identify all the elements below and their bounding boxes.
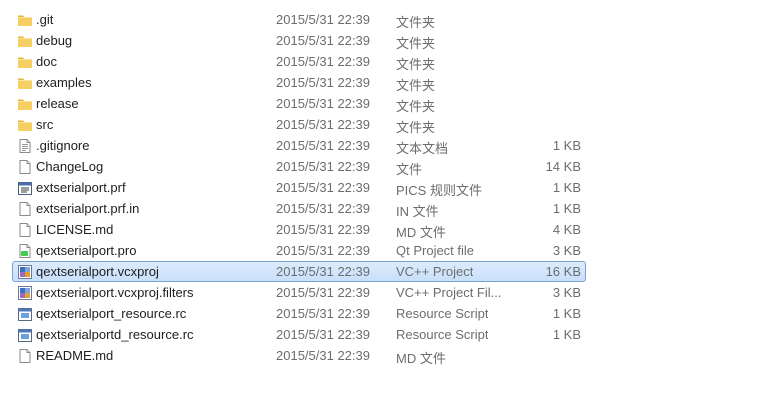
file-type: 文件夹	[396, 15, 436, 30]
file-icon	[17, 201, 33, 217]
text-document-icon	[17, 138, 33, 154]
file-name: debug	[36, 33, 73, 48]
file-name: qextserialportd_resource.rc	[36, 327, 194, 342]
file-date-modified: 2015/5/31 22:39	[276, 201, 370, 216]
file-name: qextserialport.vcxproj	[36, 264, 159, 279]
file-list: .git 2015/5/31 22:39 文件夹 debug 2015/5/31 22:…	[0, 0, 771, 411]
file-name: examples	[36, 75, 92, 90]
file-row[interactable]: .gitignore 2015/5/31 22:39 文本文档 1 KB	[12, 135, 586, 156]
file-date-modified: 2015/5/31 22:39	[276, 12, 370, 27]
file-name: extserialport.prf	[36, 180, 126, 195]
file-date-modified: 2015/5/31 22:39	[276, 327, 370, 342]
file-name: README.md	[36, 348, 114, 363]
file-type: MD 文件	[396, 225, 446, 240]
file-row[interactable]: extserialport.prf.in 2015/5/31 22:39 IN 文件…	[12, 198, 586, 219]
file-type: 文件夹	[396, 99, 436, 114]
file-row[interactable]: examples 2015/5/31 22:39 文件夹	[12, 72, 586, 93]
file-date-modified: 2015/5/31 22:39	[276, 243, 370, 258]
file-size: 1 KB	[552, 306, 581, 321]
resource-script-icon	[17, 327, 33, 343]
file-type: Resource Script	[396, 306, 489, 321]
file-type: IN 文件	[396, 204, 439, 219]
file-row[interactable]: extserialport.prf 2015/5/31 22:39 PICS 规则文…	[12, 177, 586, 198]
vc-project-icon	[17, 264, 33, 280]
file-type: VC++ Project Fil...	[396, 285, 502, 300]
vc-project-icon	[17, 285, 33, 301]
file-row[interactable]: .git 2015/5/31 22:39 文件夹	[12, 9, 586, 30]
file-date-modified: 2015/5/31 22:39	[276, 264, 370, 279]
file-icon	[17, 348, 33, 364]
file-type: Resource Script	[396, 327, 489, 342]
file-row[interactable]: ChangeLog 2015/5/31 22:39 文件 14 KB	[12, 156, 586, 177]
file-row[interactable]: qextserialport_resource.rc 2015/5/31 22:3…	[12, 303, 586, 324]
file-name: .gitignore	[36, 138, 90, 153]
file-type: 文本文档	[396, 141, 449, 156]
file-date-modified: 2015/5/31 22:39	[276, 117, 370, 132]
file-date-modified: 2015/5/31 22:39	[276, 306, 370, 321]
folder-icon	[17, 12, 33, 28]
file-row[interactable]: qextserialport.vcxproj.filters 2015/5/31 …	[12, 282, 586, 303]
file-row[interactable]: qextserialportd_resource.rc 2015/5/31 22:…	[12, 324, 586, 345]
pics-rules-file-icon	[17, 180, 33, 196]
file-row[interactable]: doc 2015/5/31 22:39 文件夹	[12, 51, 586, 72]
file-type: MD 文件	[396, 351, 446, 366]
folder-icon	[17, 54, 33, 70]
file-name: qextserialport.pro	[36, 243, 137, 258]
file-name: ChangeLog	[36, 159, 104, 174]
folder-icon	[17, 96, 33, 112]
file-name: .git	[36, 12, 54, 27]
file-size: 1 KB	[552, 327, 581, 342]
file-type: Qt Project file	[396, 243, 475, 258]
file-date-modified: 2015/5/31 22:39	[276, 285, 370, 300]
file-row[interactable]: release 2015/5/31 22:39 文件夹	[12, 93, 586, 114]
file-size: 3 KB	[552, 243, 581, 258]
file-size: 3 KB	[552, 285, 581, 300]
file-size: 1 KB	[552, 201, 581, 216]
folder-icon	[17, 33, 33, 49]
file-date-modified: 2015/5/31 22:39	[276, 96, 370, 111]
file-row[interactable]: qextserialport.pro 2015/5/31 22:39 Qt Proj…	[12, 240, 586, 261]
file-type: 文件夹	[396, 36, 436, 51]
file-name: LICENSE.md	[36, 222, 114, 237]
file-date-modified: 2015/5/31 22:39	[276, 138, 370, 153]
file-type: PICS 规则文件	[396, 183, 482, 198]
folder-icon	[17, 75, 33, 91]
file-size: 4 KB	[552, 222, 581, 237]
file-date-modified: 2015/5/31 22:39	[276, 75, 370, 90]
file-size: 14 KB	[545, 159, 581, 174]
file-row[interactable]: debug 2015/5/31 22:39 文件夹	[12, 30, 586, 51]
file-date-modified: 2015/5/31 22:39	[276, 159, 370, 174]
file-type: 文件夹	[396, 120, 436, 135]
file-row[interactable]: qextserialport.vcxproj 2015/5/31 22:39 VC+…	[12, 261, 586, 282]
folder-icon	[17, 117, 33, 133]
file-row[interactable]: README.md 2015/5/31 22:39 MD 文件	[12, 345, 586, 366]
file-date-modified: 2015/5/31 22:39	[276, 54, 370, 69]
file-date-modified: 2015/5/31 22:39	[276, 33, 370, 48]
file-date-modified: 2015/5/31 22:39	[276, 180, 370, 195]
file-type: 文件	[396, 162, 423, 177]
file-size: 16 KB	[545, 264, 581, 279]
file-name: release	[36, 96, 79, 111]
file-row[interactable]: LICENSE.md 2015/5/31 22:39 MD 文件 4 KB	[12, 219, 586, 240]
file-type: VC++ Project	[396, 264, 474, 279]
resource-script-icon	[17, 306, 33, 322]
file-name: doc	[36, 54, 57, 69]
file-date-modified: 2015/5/31 22:39	[276, 348, 370, 363]
file-size: 1 KB	[552, 138, 581, 153]
file-name: extserialport.prf.in	[36, 201, 140, 216]
file-date-modified: 2015/5/31 22:39	[276, 222, 370, 237]
qt-project-icon	[17, 243, 33, 259]
file-name: qextserialport.vcxproj.filters	[36, 285, 194, 300]
file-type: 文件夹	[396, 57, 436, 72]
file-size: 1 KB	[552, 180, 581, 195]
file-name: qextserialport_resource.rc	[36, 306, 187, 321]
file-name: src	[36, 117, 54, 132]
file-type: 文件夹	[396, 78, 436, 93]
file-icon	[17, 222, 33, 238]
file-row[interactable]: src 2015/5/31 22:39 文件夹	[12, 114, 586, 135]
file-icon	[17, 159, 33, 175]
